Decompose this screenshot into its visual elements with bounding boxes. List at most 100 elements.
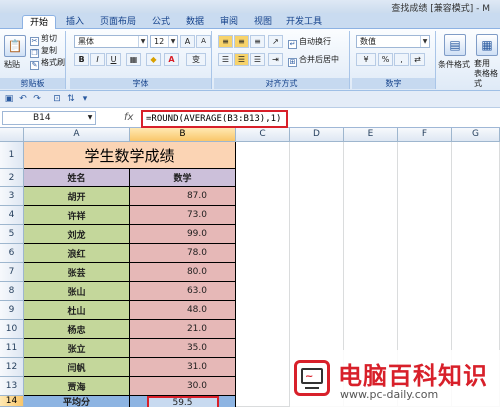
tab-home[interactable]: 开始 bbox=[22, 15, 56, 29]
orientation-button[interactable]: ↗ bbox=[268, 35, 283, 48]
format-painter-button[interactable]: ✎ 格式刷 bbox=[30, 57, 65, 70]
print-preview-icon[interactable]: ⊡ bbox=[52, 94, 62, 104]
align-right-button[interactable]: ☰ bbox=[250, 53, 265, 66]
student-score-cell[interactable]: 78.0 bbox=[130, 244, 236, 263]
row-header-8[interactable]: 8 bbox=[0, 282, 24, 301]
student-name-cell[interactable]: 贾海 bbox=[24, 377, 130, 396]
comma-button[interactable]: , bbox=[394, 53, 409, 66]
row-header-12[interactable]: 12 bbox=[0, 358, 24, 377]
student-score-cell[interactable]: 48.0 bbox=[130, 301, 236, 320]
paste-icon[interactable]: 📋 bbox=[4, 35, 26, 57]
row-header-1[interactable]: 1 bbox=[0, 142, 24, 169]
column-header-d[interactable]: D bbox=[290, 128, 344, 142]
undo-icon[interactable]: ↶ bbox=[18, 94, 28, 104]
underline-button[interactable]: U bbox=[106, 53, 121, 66]
student-name-cell[interactable]: 杨忠 bbox=[24, 320, 130, 339]
tab-data[interactable]: 数据 bbox=[180, 15, 210, 29]
column-header-b[interactable]: B bbox=[130, 128, 236, 142]
row-header-3[interactable]: 3 bbox=[0, 187, 24, 206]
bold-button[interactable]: B bbox=[74, 53, 89, 66]
shrink-font-button[interactable]: A bbox=[196, 35, 211, 48]
empty-column-c[interactable] bbox=[236, 142, 290, 407]
merge-center-button[interactable]: ⊞ 合并后居中 bbox=[288, 54, 339, 67]
student-score-cell[interactable]: 99.0 bbox=[130, 225, 236, 244]
align-middle-button[interactable]: ≡ bbox=[234, 35, 249, 48]
row-header-9[interactable]: 9 bbox=[0, 301, 24, 320]
student-name-cell[interactable]: 张山 bbox=[24, 282, 130, 301]
student-name-cell[interactable]: 刘龙 bbox=[24, 225, 130, 244]
student-score-cell[interactable]: 21.0 bbox=[130, 320, 236, 339]
formula-input[interactable]: =ROUND(AVERAGE(B3:B13),1) bbox=[141, 110, 288, 128]
student-score-cell[interactable]: 30.0 bbox=[130, 377, 236, 396]
save-icon[interactable]: ▣ bbox=[4, 94, 14, 104]
row-header-4[interactable]: 4 bbox=[0, 206, 24, 225]
student-name-cell[interactable]: 闫帆 bbox=[24, 358, 130, 377]
row-header-14[interactable]: 14 bbox=[0, 396, 24, 407]
column-header-g[interactable]: G bbox=[452, 128, 500, 142]
table-format-button[interactable]: 套用 表格格式 bbox=[474, 59, 500, 89]
header-score-cell[interactable]: 数学 bbox=[130, 169, 236, 187]
student-name-cell[interactable]: 浪红 bbox=[24, 244, 130, 263]
conditional-format-button[interactable]: 条件格式 bbox=[438, 59, 470, 70]
italic-button[interactable]: I bbox=[90, 53, 105, 66]
student-name-cell[interactable]: 张芸 bbox=[24, 263, 130, 282]
tab-formulas[interactable]: 公式 bbox=[146, 15, 176, 29]
student-score-cell[interactable]: 31.0 bbox=[130, 358, 236, 377]
table-format-icon[interactable]: ▦ bbox=[476, 34, 498, 56]
student-name-cell[interactable]: 杜山 bbox=[24, 301, 130, 320]
borders-button[interactable]: ▦ bbox=[126, 53, 141, 66]
row-header-6[interactable]: 6 bbox=[0, 244, 24, 263]
average-label-cell[interactable]: 平均分 bbox=[24, 396, 130, 407]
column-header-e[interactable]: E bbox=[344, 128, 398, 142]
phonetic-button[interactable]: 变 bbox=[186, 53, 206, 66]
name-box[interactable]: B14 ▼ bbox=[2, 111, 96, 125]
customize-icon[interactable]: ▾ bbox=[80, 94, 90, 104]
align-center-button[interactable]: ☰ bbox=[234, 53, 249, 66]
conditional-format-icon[interactable]: ▤ bbox=[444, 34, 466, 56]
student-score-cell[interactable]: 63.0 bbox=[130, 282, 236, 301]
row-header-2[interactable]: 2 bbox=[0, 169, 24, 187]
align-left-button[interactable]: ☰ bbox=[218, 53, 233, 66]
column-header-a[interactable]: A bbox=[24, 128, 130, 142]
currency-button[interactable]: ¥ bbox=[356, 53, 376, 66]
student-name-cell[interactable]: 许祥 bbox=[24, 206, 130, 225]
font-size-select[interactable]: 12 ▼ bbox=[150, 35, 178, 48]
row-header-5[interactable]: 5 bbox=[0, 225, 24, 244]
row-header-7[interactable]: 7 bbox=[0, 263, 24, 282]
tab-page-layout[interactable]: 页面布局 bbox=[94, 15, 142, 29]
sort-icon[interactable]: ⇅ bbox=[66, 94, 76, 104]
align-top-button[interactable]: ≡ bbox=[218, 35, 233, 48]
student-score-cell[interactable]: 80.0 bbox=[130, 263, 236, 282]
paste-button[interactable]: 粘贴 bbox=[4, 59, 20, 70]
grow-font-button[interactable]: A bbox=[180, 35, 195, 48]
student-name-cell[interactable]: 张立 bbox=[24, 339, 130, 358]
header-name-cell[interactable]: 姓名 bbox=[24, 169, 130, 187]
percent-button[interactable]: % bbox=[378, 53, 393, 66]
student-name-cell[interactable]: 胡开 bbox=[24, 187, 130, 206]
redo-icon[interactable]: ↷ bbox=[32, 94, 42, 104]
column-header-c[interactable]: C bbox=[236, 128, 290, 142]
average-value-cell[interactable]: 59.5 bbox=[130, 396, 236, 407]
tab-insert[interactable]: 插入 bbox=[60, 15, 90, 29]
font-name-select[interactable]: 黑体 ▼ bbox=[74, 35, 148, 48]
student-score-cell[interactable]: 87.0 bbox=[130, 187, 236, 206]
student-score-cell[interactable]: 73.0 bbox=[130, 206, 236, 225]
indent-button[interactable]: ⇥ bbox=[268, 53, 283, 66]
table-title-cell[interactable]: 学生数学成绩 bbox=[24, 142, 236, 169]
row-header-11[interactable]: 11 bbox=[0, 339, 24, 358]
number-format-select[interactable]: 数值 ▼ bbox=[356, 35, 430, 48]
align-bottom-button[interactable]: ≡ bbox=[250, 35, 265, 48]
wrap-text-button[interactable]: ↵ 自动换行 bbox=[288, 36, 331, 49]
column-header-f[interactable]: F bbox=[398, 128, 452, 142]
row-header-13[interactable]: 13 bbox=[0, 377, 24, 396]
student-score-cell[interactable]: 35.0 bbox=[130, 339, 236, 358]
tab-view[interactable]: 视图 bbox=[248, 15, 278, 29]
insert-function-icon[interactable]: fx bbox=[124, 112, 133, 123]
select-all-corner[interactable] bbox=[0, 128, 24, 142]
row-header-10[interactable]: 10 bbox=[0, 320, 24, 339]
font-color-button[interactable]: A bbox=[164, 53, 179, 66]
decimal-button[interactable]: ⇄ bbox=[410, 53, 425, 66]
tab-review[interactable]: 审阅 bbox=[214, 15, 244, 29]
fill-color-button[interactable]: ◆ bbox=[146, 53, 161, 66]
tab-developer[interactable]: 开发工具 bbox=[282, 15, 326, 29]
